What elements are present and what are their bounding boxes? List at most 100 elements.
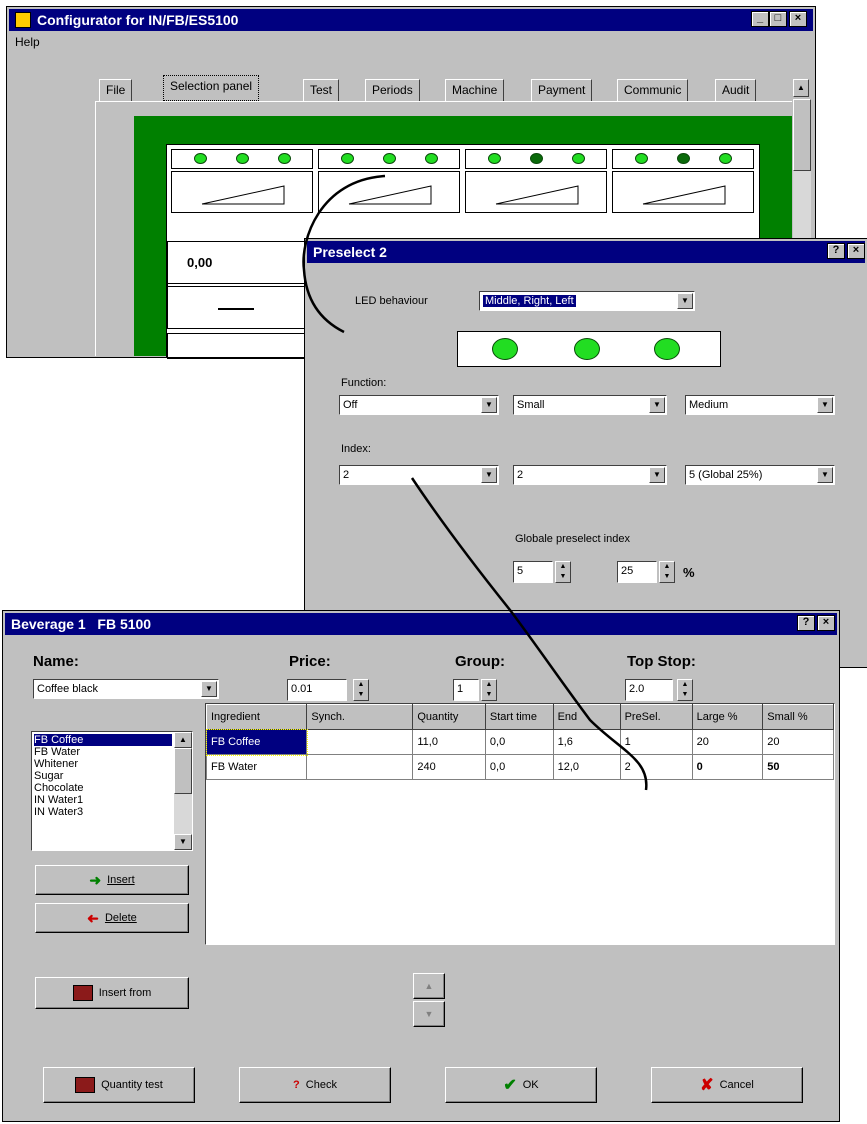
global-index-input[interactable]: 5 (513, 561, 553, 583)
chevron-down-icon[interactable]: ▼ (649, 397, 665, 413)
list-item[interactable]: Whitener (34, 758, 172, 770)
table-row[interactable]: FB Coffee 11,0 0,0 1,6 1 20 20 (205, 728, 834, 756)
selection-button[interactable] (171, 171, 313, 213)
topstop-input[interactable]: 2.0 (625, 679, 673, 701)
list-item[interactable]: FB Coffee (34, 734, 172, 746)
maximize-icon[interactable]: □ (769, 11, 787, 27)
check-button[interactable]: ? Check (239, 1067, 391, 1103)
quantity-test-button[interactable]: Quantity test (43, 1067, 195, 1103)
table-cell[interactable]: 50 (762, 754, 834, 780)
index-select-1[interactable]: 2 ▼ (339, 465, 499, 485)
minimize-icon[interactable]: _ (751, 11, 769, 27)
tab-audit[interactable]: Audit (715, 79, 757, 101)
list-item[interactable]: Chocolate (34, 782, 172, 794)
table-cell[interactable]: 20 (691, 729, 764, 755)
tab-test[interactable]: Test (303, 79, 340, 101)
function-select-2[interactable]: Small ▼ (513, 395, 667, 415)
column-header[interactable]: PreSel. (619, 704, 693, 730)
tab-communic[interactable]: Communic (617, 79, 689, 101)
table-cell[interactable]: 2 (619, 754, 693, 780)
delete-button[interactable]: ➜ Delete (35, 903, 189, 933)
table-cell[interactable]: 11,0 (412, 729, 486, 755)
column-header[interactable]: End (552, 704, 621, 730)
table-cell[interactable]: 0,0 (484, 729, 554, 755)
scrollbar-thumb[interactable] (793, 99, 811, 171)
insert-button[interactable]: ➜ Insert (35, 865, 189, 895)
list-scrollbar-thumb[interactable] (174, 748, 192, 794)
chevron-down-icon[interactable]: ▼ (201, 681, 217, 697)
table-cell[interactable]: 0,0 (484, 754, 554, 780)
menu-help[interactable]: Help (15, 35, 40, 49)
column-header[interactable]: Quantity (412, 704, 486, 730)
scroll-up-icon[interactable]: ▲ (174, 732, 192, 748)
column-header[interactable]: Small % (762, 704, 834, 730)
close-icon[interactable]: × (817, 615, 835, 631)
list-item[interactable]: IN Water1 (34, 794, 172, 806)
table-cell[interactable] (306, 754, 414, 780)
ingredient-grid[interactable]: Ingredient Synch. Quantity Start time End Pre… (205, 703, 835, 945)
led-behaviour-select[interactable]: Middle, Right, Left ▼ (479, 291, 695, 311)
chevron-down-icon[interactable]: ▼ (649, 467, 665, 483)
tab-payment[interactable]: Payment (531, 79, 593, 101)
selection-button[interactable] (612, 171, 754, 213)
column-header[interactable]: Synch. (306, 704, 414, 730)
ok-button[interactable]: ✔ OK (445, 1067, 597, 1103)
index-select-2[interactable]: 2 ▼ (513, 465, 667, 485)
table-cell[interactable]: 0 (691, 754, 764, 780)
tab-scroll-icon[interactable]: ▲ (793, 79, 809, 97)
preselect-titlebar[interactable]: Preselect 2 (307, 241, 865, 263)
ingredient-listbox[interactable]: FB Coffee FB Water Whitener Sugar Chocolate I… (31, 731, 193, 851)
insert-from-button[interactable]: Insert from (35, 977, 189, 1009)
help-icon[interactable]: ? (797, 615, 815, 631)
chevron-down-icon[interactable]: ▼ (817, 467, 833, 483)
beverage-window: Beverage 1 FB 5100 ? × Name: Coffee blac… (2, 610, 840, 1122)
table-cell[interactable] (306, 729, 414, 755)
chevron-down-icon[interactable]: ▼ (677, 293, 693, 309)
close-icon[interactable]: × (789, 11, 807, 27)
name-select[interactable]: Coffee black ▼ (33, 679, 219, 699)
list-item[interactable]: FB Water (34, 746, 172, 758)
global-percent-input[interactable]: 25 (617, 561, 657, 583)
table-cell[interactable]: 240 (412, 754, 486, 780)
scroll-down-icon[interactable]: ▼ (174, 834, 192, 850)
global-index-spinner[interactable]: ▲ ▼ (555, 561, 571, 583)
tab-periods[interactable]: Periods (365, 79, 420, 101)
close-icon[interactable]: × (847, 243, 865, 259)
table-cell[interactable]: FB Coffee (205, 728, 308, 756)
table-row[interactable]: FB Water 240 0,0 12,0 2 0 50 (205, 754, 834, 780)
chevron-down-icon[interactable]: ▼ (817, 397, 833, 413)
chevron-down-icon[interactable]: ▼ (481, 467, 497, 483)
selection-button[interactable] (318, 171, 460, 213)
group-spinner[interactable]: ▲ ▼ (481, 679, 497, 701)
function-select-3[interactable]: Medium ▼ (685, 395, 835, 415)
function-select-1[interactable]: Off ▼ (339, 395, 499, 415)
move-down-button[interactable]: ▼ (413, 1001, 445, 1027)
tab-selection-panel[interactable]: Selection panel (163, 75, 260, 101)
configurator-titlebar[interactable]: Configurator for IN/FB/ES5100 (9, 9, 813, 31)
topstop-spinner[interactable]: ▲ ▼ (677, 679, 693, 701)
global-percent-spinner[interactable]: ▲ ▼ (659, 561, 675, 583)
table-cell[interactable]: 1 (619, 729, 693, 755)
list-scrollbar[interactable]: ▲ ▼ (174, 732, 192, 850)
column-header[interactable]: Large % (691, 704, 764, 730)
index-select-3[interactable]: 5 (Global 25%) ▼ (685, 465, 835, 485)
list-item[interactable]: IN Water3 (34, 806, 172, 818)
group-input[interactable]: 1 (453, 679, 479, 701)
cancel-button[interactable]: ✘ Cancel (651, 1067, 803, 1103)
table-cell[interactable]: 20 (762, 729, 834, 755)
tab-file[interactable]: File (99, 79, 133, 101)
column-header[interactable]: Start time (484, 704, 554, 730)
selection-button[interactable] (465, 171, 607, 213)
price-input[interactable]: 0.01 (287, 679, 347, 701)
table-cell[interactable]: FB Water (205, 754, 308, 780)
price-spinner[interactable]: ▲ ▼ (353, 679, 369, 701)
tab-machine[interactable]: Machine (445, 79, 505, 101)
column-header[interactable]: Ingredient (205, 704, 308, 730)
chevron-down-icon[interactable]: ▼ (481, 397, 497, 413)
beverage-titlebar[interactable]: Beverage 1 FB 5100 (5, 613, 837, 635)
table-cell[interactable]: 1,6 (552, 729, 621, 755)
move-up-button[interactable]: ▲ (413, 973, 445, 999)
list-item[interactable]: Sugar (34, 770, 172, 782)
help-icon[interactable]: ? (827, 243, 845, 259)
table-cell[interactable]: 12,0 (552, 754, 621, 780)
